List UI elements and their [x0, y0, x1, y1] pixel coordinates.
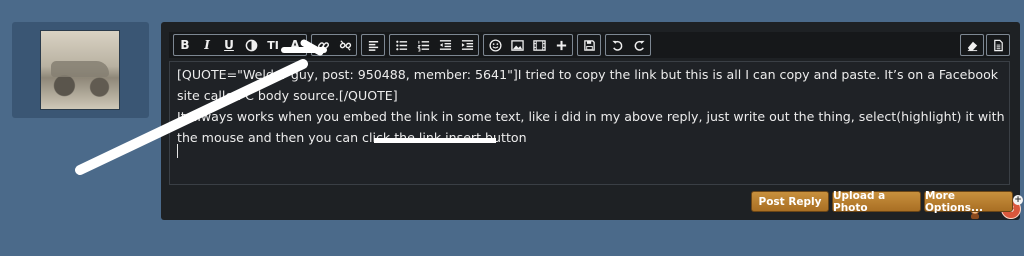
annotation-underline — [374, 138, 496, 143]
annotation-arrow — [75, 39, 327, 175]
